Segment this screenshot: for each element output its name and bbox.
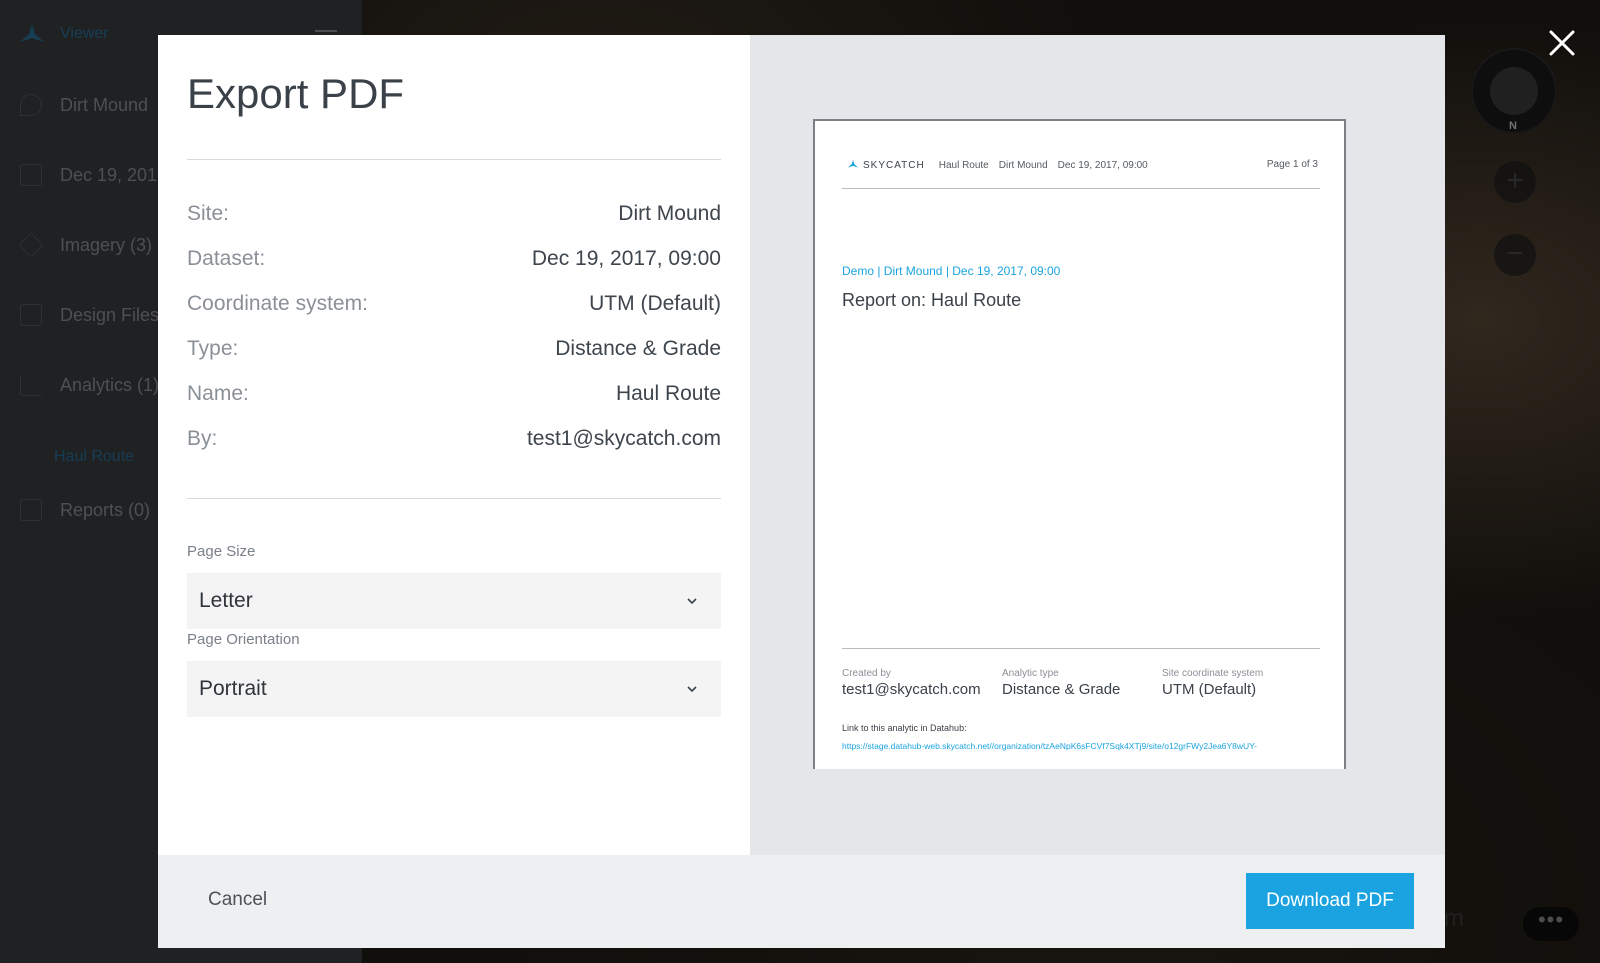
- pdf-divider: [842, 188, 1320, 189]
- page-orientation-select[interactable]: Portrait: [187, 661, 721, 717]
- info-value: Dec 19, 2017, 09:00: [531, 247, 721, 270]
- info-row-dataset: Dataset: Dec 19, 2017, 09:00: [187, 244, 721, 274]
- info-value: Haul Route: [615, 382, 721, 405]
- skycatch-logo-icon: [847, 159, 859, 168]
- download-pdf-button[interactable]: Download PDF: [1246, 873, 1414, 929]
- pdf-meta-created-by: Created by test1@skycatch.com: [842, 668, 981, 698]
- chevron-down-icon: [687, 598, 697, 605]
- pdf-datahub-link: https://stage.datahub-web.skycatch.net//…: [842, 741, 1257, 751]
- info-label: Type:: [187, 337, 239, 360]
- info-row-name: Name: Haul Route: [187, 379, 721, 409]
- export-pdf-modal: Export PDF Site: Dirt Mound Dataset: Dec…: [158, 35, 1445, 948]
- info-row-coordinate-system: Coordinate system: UTM (Default): [187, 289, 721, 319]
- info-row-site: Site: Dirt Mound: [187, 199, 721, 229]
- info-value: Distance & Grade: [555, 337, 721, 360]
- info-value: Dirt Mound: [618, 202, 721, 225]
- modal-footer: Cancel Download PDF: [158, 855, 1445, 948]
- pdf-meta-value: test1@skycatch.com: [842, 681, 981, 698]
- pdf-meta-coordinate-system: Site coordinate system UTM (Default): [1162, 668, 1263, 698]
- info-label: By:: [187, 427, 218, 450]
- info-row-by: By: test1@skycatch.com: [187, 424, 721, 454]
- pdf-header: SKYCATCH Haul Route Dirt Mound Dec 19, 2…: [847, 159, 1158, 171]
- cancel-button[interactable]: Cancel: [208, 889, 267, 911]
- pdf-meta-value: UTM (Default): [1162, 681, 1257, 698]
- pdf-meta-label: Created by: [842, 668, 891, 679]
- pdf-meta-analytic-type: Analytic type Distance & Grade: [1002, 668, 1120, 698]
- page-orientation-label: Page Orientation: [187, 631, 300, 648]
- info-value: UTM (Default): [589, 292, 721, 315]
- pdf-header-item: Haul Route: [938, 159, 989, 171]
- pdf-preview-page: SKYCATCH Haul Route Dirt Mound Dec 19, 2…: [813, 119, 1346, 769]
- divider: [187, 159, 721, 160]
- page-orientation-value: Portrait: [199, 677, 267, 700]
- export-settings-panel: Export PDF Site: Dirt Mound Dataset: Dec…: [158, 35, 750, 855]
- divider: [187, 498, 721, 499]
- pdf-breadcrumb: Demo | Dirt Mound | Dec 19, 2017, 09:00: [842, 264, 1061, 278]
- info-label: Coordinate system:: [187, 292, 368, 315]
- pdf-report-title: Report on: Haul Route: [842, 290, 1022, 310]
- pdf-divider: [842, 648, 1320, 649]
- pdf-preview-panel[interactable]: SKYCATCH Haul Route Dirt Mound Dec 19, 2…: [750, 35, 1445, 855]
- page-size-select[interactable]: Letter: [187, 573, 721, 629]
- info-label: Name:: [187, 382, 249, 405]
- close-icon[interactable]: [1545, 26, 1579, 60]
- pdf-meta-value: Distance & Grade: [1002, 681, 1121, 698]
- info-label: Dataset:: [187, 247, 266, 270]
- chevron-down-icon: [687, 686, 697, 693]
- info-label: Site:: [187, 202, 230, 225]
- modal-title: Export PDF: [187, 70, 405, 117]
- pdf-page-number: Page 1 of 3: [1266, 159, 1318, 170]
- pdf-brand: SKYCATCH: [863, 159, 925, 171]
- page-size-label: Page Size: [187, 543, 256, 560]
- pdf-link-label: Link to this analytic in Datahub:: [842, 723, 967, 733]
- info-value: test1@skycatch.com: [526, 427, 721, 450]
- pdf-header-item: Dec 19, 2017, 09:00: [1057, 159, 1148, 171]
- info-row-type: Type: Distance & Grade: [187, 334, 721, 364]
- page-size-value: Letter: [199, 589, 253, 612]
- pdf-meta-label: Site coordinate system: [1162, 668, 1264, 679]
- pdf-header-item: Dirt Mound: [998, 159, 1048, 171]
- pdf-meta-label: Analytic type: [1002, 668, 1059, 679]
